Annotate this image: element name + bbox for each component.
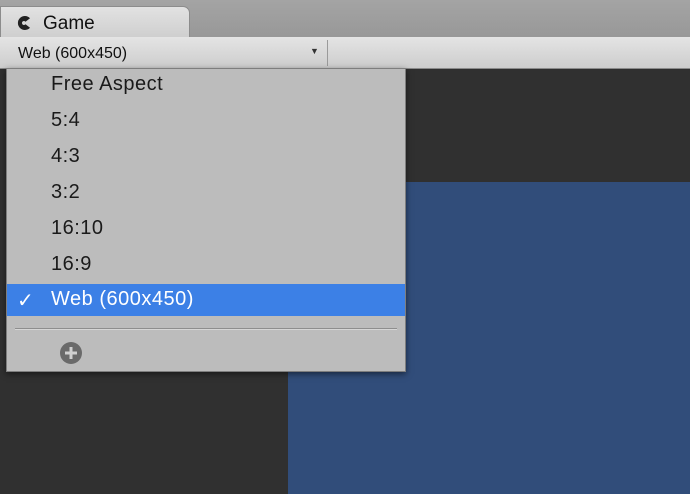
menu-item-4-3[interactable]: 4:3	[7, 141, 405, 173]
aspect-ratio-selected: Web (600x450)	[18, 45, 128, 62]
menu-item-web-600x450[interactable]: ✓ Web (600x450)	[7, 284, 405, 316]
menu-separator	[15, 328, 397, 330]
checkmark-icon: ✓	[17, 290, 34, 312]
menu-item-16-9[interactable]: 16:9	[7, 249, 405, 281]
menu-item-label: 16:10	[51, 217, 104, 239]
tab-bar: Game	[0, 0, 690, 38]
chevron-down-icon: ▼	[310, 46, 319, 56]
tab-game[interactable]: Game	[0, 6, 190, 37]
aspect-ratio-menu: Free Aspect 5:4 4:3 3:2 16:10 16:9 ✓ Web…	[6, 68, 406, 372]
menu-item-5-4[interactable]: 5:4	[7, 105, 405, 137]
menu-item-label: 5:4	[51, 109, 81, 131]
plus-circle-icon[interactable]	[59, 341, 83, 365]
menu-item-label: 3:2	[51, 181, 81, 203]
menu-item-free-aspect[interactable]: Free Aspect	[7, 69, 405, 101]
menu-item-label: 16:9	[51, 253, 92, 275]
aspect-ratio-dropdown[interactable]: Web (600x450) ▼	[8, 40, 328, 66]
menu-item-label: Free Aspect	[51, 73, 164, 95]
menu-item-label: 4:3	[51, 145, 81, 167]
menu-item-16-10[interactable]: 16:10	[7, 213, 405, 245]
menu-item-3-2[interactable]: 3:2	[7, 177, 405, 209]
menu-item-label: Web (600x450)	[51, 288, 194, 310]
tab-label: Game	[43, 13, 95, 34]
game-toolbar: Web (600x450) ▼	[0, 37, 690, 69]
game-controller-icon	[17, 16, 30, 31]
